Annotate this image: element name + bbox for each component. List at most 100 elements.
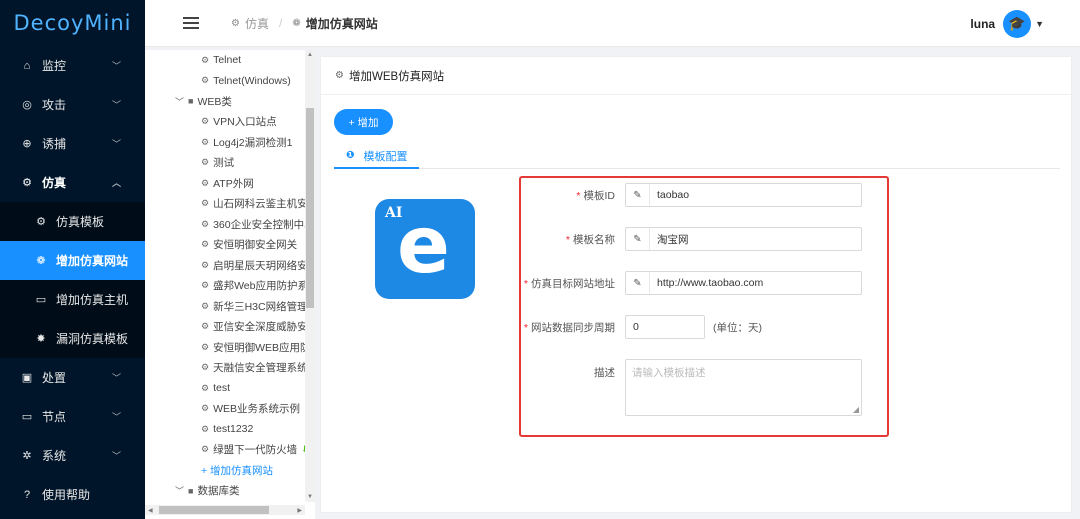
- chevron-down-icon: ﹀: [111, 412, 121, 422]
- scrollbar-thumb[interactable]: [159, 506, 269, 514]
- gear-icon: ⚙: [201, 116, 210, 127]
- tree-item[interactable]: ⚙ VPN入口站点: [145, 112, 315, 133]
- sidebar-item-label: 处置: [42, 371, 67, 385]
- sidebar-item-sim-template[interactable]: ⚙ 仿真模板: [0, 202, 145, 241]
- chevron-down-icon: ﹀: [111, 61, 121, 71]
- gear-icon: ⚙: [201, 136, 210, 147]
- sidebar-item-trap[interactable]: ⊕ 诱捕 ﹀: [0, 124, 145, 163]
- chevron-up-icon: ︿: [111, 178, 121, 188]
- gear-icon: ⚙: [201, 341, 210, 352]
- sidebar-item-simulation[interactable]: ⚙ 仿真 ︿: [0, 163, 145, 202]
- sidebar-item-system[interactable]: ✲ 系统 ﹀: [0, 436, 145, 475]
- sidebar-item-attack[interactable]: ◎ 攻击 ﹀: [0, 85, 145, 124]
- target-url-label: * 仿真目标网站地址: [523, 277, 615, 290]
- gear-icon: ⚙: [201, 444, 210, 455]
- gear-icon: ⚙: [201, 54, 210, 65]
- template-name-input[interactable]: ✎ 淘宝网: [625, 227, 862, 251]
- sidebar-item-nodes[interactable]: ▭ 节点 ﹀: [0, 397, 145, 436]
- tree-item[interactable]: ⚙ Log4j2漏洞检测1: [145, 132, 315, 153]
- tree-item[interactable]: ⚙ 天融信安全管理系统: [145, 358, 315, 379]
- tree-item[interactable]: ⚙绿盟下一代防火墙⬇: [145, 440, 315, 461]
- tree-item[interactable]: ⚙ 启明星辰天玥网络安全: [145, 255, 315, 276]
- tree-item[interactable]: ⚙安恒明御WEB应用防火墙: [145, 337, 315, 358]
- sync-period-label: * 网站数据同步周期: [523, 321, 615, 334]
- menu-toggle-icon[interactable]: [183, 17, 199, 29]
- gear-icon: ⚙: [201, 75, 210, 86]
- gear-icon: ⚙: [201, 423, 210, 434]
- description-textarea[interactable]: 请输入模板描述 ◢: [625, 359, 862, 416]
- sidebar: DecoyMini ⌂ 监控 ﹀ ◎ 攻击 ﹀ ⊕ 诱捕 ﹀ ⚙ 仿真 ︿ ⚙ …: [0, 0, 145, 519]
- chevron-down-icon: ﹀: [111, 100, 121, 110]
- add-button[interactable]: + 增加: [334, 109, 393, 135]
- tree-item[interactable]: ⚙ 360企业安全控制中心: [145, 214, 315, 235]
- lock-icon: ▣: [21, 372, 33, 384]
- globe-icon: ❁: [36, 255, 46, 267]
- info-icon: ❶: [346, 150, 355, 161]
- sidebar-nav: ⌂ 监控 ﹀ ◎ 攻击 ﹀ ⊕ 诱捕 ﹀ ⚙ 仿真 ︿ ⚙ 仿真模板 ❁ 增加仿…: [0, 46, 145, 514]
- tree-item[interactable]: ⚙ ATP外网: [145, 173, 315, 194]
- main-card: ⚙ 增加WEB仿真网站 + 增加 ❶ 模板配置 AI e * 模板ID ✎ tao…: [320, 56, 1072, 513]
- target-url-input[interactable]: ✎ http://www.taobao.com: [625, 271, 862, 295]
- template-id-input[interactable]: ✎ taobao: [625, 183, 862, 207]
- resize-handle-icon[interactable]: ◢: [853, 405, 859, 414]
- tree-item[interactable]: ⚙ 测试: [145, 153, 315, 174]
- tree-item[interactable]: ⚙ 亚信安全深度威胁安全: [145, 317, 315, 338]
- tree-add-site-link[interactable]: + 增加仿真网站: [145, 460, 315, 481]
- gear-icon: ⚙: [201, 259, 210, 270]
- card-title: ⚙ 增加WEB仿真网站: [321, 57, 1071, 95]
- app-logo[interactable]: DecoyMini: [0, 0, 145, 46]
- tree-item[interactable]: ⚙ Telnet(Windows): [145, 71, 315, 92]
- sidebar-item-monitor[interactable]: ⌂ 监控 ﹀: [0, 46, 145, 85]
- tree-item[interactable]: ⚙ Telnet: [145, 50, 315, 71]
- sync-period-input[interactable]: 0: [625, 315, 705, 339]
- sidebar-item-label: 诱捕: [42, 137, 67, 151]
- template-id-label: * 模板ID: [576, 189, 615, 202]
- scroll-right-icon[interactable]: ▶: [297, 507, 302, 514]
- scroll-down-icon[interactable]: ▼: [307, 494, 313, 500]
- logo-letter: e: [397, 201, 450, 291]
- tree-item[interactable]: ⚙ WEB业务系统示例: [145, 399, 315, 420]
- sidebar-item-dispose[interactable]: ▣ 处置 ﹀: [0, 358, 145, 397]
- template-form: * 模板ID ✎ taobao * 模板名称 ✎ 淘宝网 * 仿真目标网站地址 ✎ h…: [519, 176, 889, 437]
- sidebar-item-add-host[interactable]: ▭ 增加仿真主机: [0, 280, 145, 319]
- chevron-down-icon: ﹀: [111, 373, 121, 383]
- sidebar-item-label: 漏洞仿真模板: [56, 332, 129, 346]
- form-row-description: 描述 请输入模板描述 ◢: [521, 359, 887, 416]
- sidebar-item-label: 增加仿真网站: [56, 254, 129, 268]
- tab-template-config[interactable]: ❶ 模板配置: [334, 144, 420, 169]
- tree-item[interactable]: ⚙新华三H3C网络管理系统: [145, 296, 315, 317]
- globe-icon: ❁: [292, 17, 301, 29]
- gear-icon: ⚙: [201, 157, 210, 168]
- gear-icon: ⚙: [201, 218, 210, 229]
- breadcrumb-parent[interactable]: 仿真: [245, 15, 269, 32]
- tree-item[interactable]: ⚙ 安恒明御安全网关: [145, 235, 315, 256]
- chevron-down-icon: ﹀: [111, 451, 121, 461]
- home-icon: ⌂: [23, 59, 31, 72]
- tree-item[interactable]: ⚙ test1232: [145, 419, 315, 440]
- sidebar-item-add-site[interactable]: ❁ 增加仿真网站: [0, 241, 145, 280]
- sidebar-item-label: 仿真: [42, 176, 67, 190]
- gear-icon: ⚙: [201, 198, 210, 209]
- form-row-template-id: * 模板ID ✎ taobao: [521, 183, 887, 207]
- tree-item[interactable]: ⚙ test: [145, 378, 315, 399]
- tree-item[interactable]: ⚙ 盛邦Web应用防护系统: [145, 276, 315, 297]
- gear-icon: ⚙: [22, 177, 32, 189]
- tree-folder-web[interactable]: ﹀ ■ WEB类: [145, 91, 315, 112]
- tree-folder-db[interactable]: ﹀ ■ 数据库类: [145, 481, 315, 502]
- scroll-left-icon[interactable]: ◀: [148, 507, 153, 514]
- bug-icon: ✸: [36, 333, 46, 345]
- trap-icon: ⊕: [22, 138, 32, 150]
- gear-icon: ⚙: [231, 17, 240, 29]
- tree-vertical-scrollbar[interactable]: ▲ ▼: [305, 50, 315, 502]
- tree-item[interactable]: ⚙ 山石网科云鉴主机安全: [145, 194, 315, 215]
- template-tree: ⚙ Telnet ⚙ Telnet(Windows) ﹀ ■ WEB类 ⚙ VPN入口站点…: [145, 50, 315, 519]
- scroll-up-icon[interactable]: ▲: [307, 52, 313, 58]
- cog-icon: ✲: [22, 450, 32, 462]
- scrollbar-thumb[interactable]: [306, 108, 314, 308]
- sidebar-item-help[interactable]: ? 使用帮助: [0, 475, 145, 514]
- sidebar-item-label: 攻击: [42, 98, 67, 112]
- tree-horizontal-scrollbar[interactable]: ◀ ▶: [145, 505, 305, 515]
- edit-icon: ✎: [626, 228, 650, 250]
- user-menu[interactable]: luna 🎓 ▼: [970, 0, 1044, 47]
- sidebar-item-vuln-template[interactable]: ✸ 漏洞仿真模板: [0, 319, 145, 358]
